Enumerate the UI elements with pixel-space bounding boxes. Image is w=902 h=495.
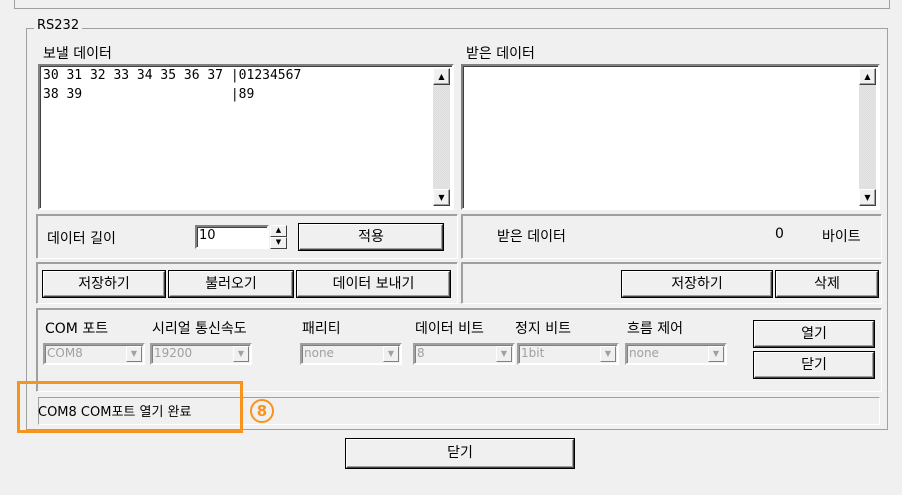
send-data-button[interactable]: 데이터 보내기 [297,271,450,297]
send-data-textarea[interactable]: 30 31 32 33 34 35 36 37 |01234567 38 39 … [38,64,454,210]
recv-content [463,66,878,68]
stop-bits-label: 정지 비트 [515,321,571,337]
dialog-close-button[interactable]: 닫기 [346,439,574,468]
data-bits-value: 8 [417,346,425,360]
baud-rate-label: 시리얼 통신속도 [152,321,247,337]
stop-bits-value: 1bit [521,346,545,360]
com-port-select[interactable]: COM8 ▼ [43,343,145,365]
received-count: 0 [775,226,784,242]
chevron-down-icon[interactable]: ▼ [600,346,616,362]
parity-label: 패리티 [302,321,341,337]
com-port-value: COM8 [47,346,83,360]
received-label: 받은 데이터 [497,229,566,245]
load-button[interactable]: 불러오기 [169,271,293,297]
received-unit: 바이트 [822,229,861,245]
spin-up-icon[interactable]: ▲ [270,225,287,237]
highlight-box [17,381,243,433]
chevron-down-icon[interactable]: ▼ [383,346,399,362]
flow-control-value: none [629,346,659,360]
spin-down-icon[interactable]: ▼ [270,237,287,249]
baud-rate-select[interactable]: 19200 ▼ [150,343,252,365]
chevron-down-icon[interactable]: ▼ [126,346,142,362]
top-frame [14,0,890,9]
send-line-2: 38 39 |89 [43,87,255,102]
chevron-down-icon[interactable]: ▼ [233,346,249,362]
stop-bits-select[interactable]: 1bit ▼ [517,343,619,365]
parity-value: none [304,346,334,360]
apply-button[interactable]: 적용 [299,224,443,250]
recv-save-button[interactable]: 저장하기 [622,271,772,297]
parity-select[interactable]: none ▼ [300,343,402,365]
data-bits-select[interactable]: 8 ▼ [413,343,515,365]
scroll-down-icon[interactable]: ▼ [433,189,450,206]
step-number-badge: 8 [250,399,274,423]
open-port-button[interactable]: 열기 [754,321,874,347]
com-port-label: COM 포트 [45,321,109,337]
group-title: RS232 [34,18,83,33]
close-port-button[interactable]: 닫기 [754,352,874,378]
recv-data-textarea[interactable]: ▲ ▼ [461,64,880,210]
data-length-label: 데이터 길이 [47,231,116,247]
data-length-input[interactable]: 10 [195,225,269,249]
flow-control-select[interactable]: none ▼ [625,343,727,365]
chevron-down-icon[interactable]: ▼ [708,346,724,362]
data-bits-label: 데이터 비트 [415,321,484,337]
send-line-1: 30 31 32 33 34 35 36 37 |01234567 [43,68,302,83]
recv-scrollbar[interactable]: ▲ ▼ [859,68,876,206]
scroll-down-icon[interactable]: ▼ [859,189,876,206]
send-scrollbar[interactable]: ▲ ▼ [433,68,450,206]
scroll-up-icon[interactable]: ▲ [433,68,450,85]
flow-control-label: 흐름 제어 [627,321,683,337]
delete-button[interactable]: 삭제 [776,271,878,297]
length-spinner[interactable]: ▲ ▼ [270,225,287,249]
chevron-down-icon[interactable]: ▼ [496,346,512,362]
recv-data-label: 받은 데이터 [466,46,535,62]
send-save-button[interactable]: 저장하기 [43,271,165,297]
baud-rate-value: 19200 [154,346,193,360]
scroll-up-icon[interactable]: ▲ [859,68,876,85]
send-data-label: 보낼 데이터 [43,46,112,62]
